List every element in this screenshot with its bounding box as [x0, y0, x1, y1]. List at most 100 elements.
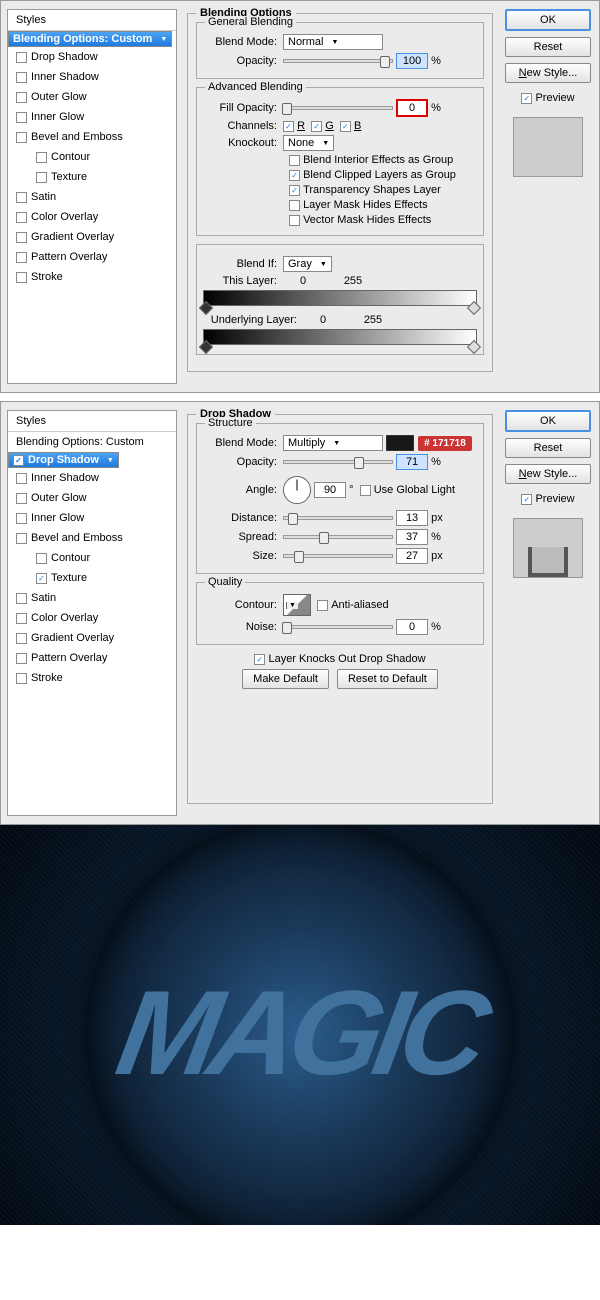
- style-checkbox[interactable]: [16, 252, 27, 263]
- style-checkbox[interactable]: [16, 272, 27, 283]
- style-checkbox[interactable]: [16, 52, 27, 63]
- opacity-slider[interactable]: [283, 59, 393, 63]
- structure-group: Structure Blend Mode:Multiply # 171718 O…: [196, 423, 484, 574]
- style-checkbox[interactable]: [16, 653, 27, 664]
- underlying-layer-gradient[interactable]: [203, 329, 477, 345]
- preview-checkbox[interactable]: [521, 93, 532, 104]
- angle-dial[interactable]: [283, 476, 311, 504]
- sidebar-item[interactable]: Blending Options: Custom: [8, 31, 172, 47]
- style-checkbox[interactable]: [16, 673, 27, 684]
- blend-mode-select[interactable]: Normal: [283, 34, 383, 50]
- sidebar-item[interactable]: Contour: [8, 548, 176, 568]
- style-checkbox[interactable]: [16, 132, 27, 143]
- blend-interior-checkbox[interactable]: [289, 155, 300, 166]
- new-style-button[interactable]: New Style...: [505, 464, 591, 484]
- style-checkbox[interactable]: [16, 112, 27, 123]
- sidebar-item[interactable]: Color Overlay: [8, 207, 176, 227]
- opacity-slider[interactable]: [283, 460, 393, 464]
- style-checkbox[interactable]: [36, 172, 47, 183]
- fill-opacity-slider[interactable]: [283, 106, 393, 110]
- knockout-select[interactable]: None: [283, 135, 334, 151]
- blend-clipped-checkbox[interactable]: [289, 170, 300, 181]
- sidebar-item[interactable]: Satin: [8, 187, 176, 207]
- sidebar-item[interactable]: Outer Glow: [8, 87, 176, 107]
- style-checkbox[interactable]: [16, 513, 27, 524]
- this-layer-gradient[interactable]: [203, 290, 477, 306]
- ok-button[interactable]: OK: [505, 9, 591, 31]
- layer-mask-hides-checkbox[interactable]: [289, 200, 300, 211]
- style-checkbox[interactable]: [16, 533, 27, 544]
- blend-mode-select[interactable]: Multiply: [283, 435, 383, 451]
- style-checkbox[interactable]: [16, 613, 27, 624]
- style-checkbox[interactable]: [13, 455, 24, 466]
- sidebar-item[interactable]: Texture: [8, 568, 176, 588]
- sidebar-item[interactable]: Drop Shadow: [8, 452, 119, 468]
- make-default-button[interactable]: Make Default: [242, 669, 329, 689]
- channel-b-checkbox[interactable]: [340, 121, 351, 132]
- size-slider[interactable]: [283, 554, 393, 558]
- channel-r-checkbox[interactable]: [283, 121, 294, 132]
- blend-if-select[interactable]: Gray: [283, 256, 332, 272]
- style-checkbox[interactable]: [16, 473, 27, 484]
- sidebar-item[interactable]: Outer Glow: [8, 488, 176, 508]
- opacity-input[interactable]: 100: [396, 53, 428, 69]
- sidebar-item-label: Blending Options: Custom: [16, 436, 144, 448]
- noise-slider[interactable]: [283, 625, 393, 629]
- sidebar-item[interactable]: Inner Shadow: [8, 67, 176, 87]
- sidebar-item[interactable]: Gradient Overlay: [8, 227, 176, 247]
- transparency-shapes-checkbox[interactable]: [289, 185, 300, 196]
- sidebar-item[interactable]: Texture: [8, 167, 176, 187]
- style-checkbox[interactable]: [16, 192, 27, 203]
- layer-knocks-out-checkbox[interactable]: [254, 654, 265, 665]
- sidebar-item[interactable]: Gradient Overlay: [8, 628, 176, 648]
- sidebar-item[interactable]: Color Overlay: [8, 608, 176, 628]
- style-checkbox[interactable]: [36, 553, 47, 564]
- style-checkbox[interactable]: [16, 493, 27, 504]
- reset-button[interactable]: Reset: [505, 438, 591, 458]
- spread-input[interactable]: 37: [396, 529, 428, 545]
- sidebar-item[interactable]: Blending Options: Custom: [8, 432, 176, 452]
- global-light-checkbox[interactable]: [360, 485, 371, 496]
- sidebar-item-label: Bevel and Emboss: [31, 131, 123, 143]
- preview-checkbox[interactable]: [521, 494, 532, 505]
- style-checkbox[interactable]: [16, 232, 27, 243]
- spread-slider[interactable]: [283, 535, 393, 539]
- sidebar-item[interactable]: Stroke: [8, 668, 176, 688]
- size-input[interactable]: 27: [396, 548, 428, 564]
- sidebar-item[interactable]: Pattern Overlay: [8, 247, 176, 267]
- style-checkbox[interactable]: [36, 152, 47, 163]
- sidebar-item[interactable]: Contour: [8, 147, 176, 167]
- color-swatch[interactable]: [386, 435, 414, 451]
- sidebar-item[interactable]: Bevel and Emboss: [8, 127, 176, 147]
- ok-button[interactable]: OK: [505, 410, 591, 432]
- opacity-input[interactable]: 71: [396, 454, 428, 470]
- sidebar-item[interactable]: Bevel and Emboss: [8, 528, 176, 548]
- reset-default-button[interactable]: Reset to Default: [337, 669, 438, 689]
- style-checkbox[interactable]: [16, 72, 27, 83]
- anti-aliased-checkbox[interactable]: [317, 600, 328, 611]
- sidebar-item[interactable]: Stroke: [8, 267, 176, 287]
- distance-slider[interactable]: [283, 516, 393, 520]
- reset-button[interactable]: Reset: [505, 37, 591, 57]
- sidebar-item[interactable]: Satin: [8, 588, 176, 608]
- channel-g-checkbox[interactable]: [311, 121, 322, 132]
- new-style-button[interactable]: New Style...: [505, 63, 591, 83]
- sidebar-item-label: Contour: [51, 552, 90, 564]
- angle-input[interactable]: 90: [314, 482, 346, 498]
- sidebar-item[interactable]: Drop Shadow: [8, 47, 176, 67]
- style-checkbox[interactable]: [16, 633, 27, 644]
- fill-opacity-input[interactable]: 0: [396, 99, 428, 117]
- style-checkbox[interactable]: [36, 573, 47, 584]
- style-checkbox[interactable]: [16, 212, 27, 223]
- sidebar-item[interactable]: Pattern Overlay: [8, 648, 176, 668]
- sidebar-item-label: Inner Glow: [31, 512, 84, 524]
- sidebar-item[interactable]: Inner Glow: [8, 508, 176, 528]
- sidebar-item[interactable]: Inner Glow: [8, 107, 176, 127]
- sidebar-item[interactable]: Inner Shadow: [8, 468, 176, 488]
- noise-input[interactable]: 0: [396, 619, 428, 635]
- distance-input[interactable]: 13: [396, 510, 428, 526]
- style-checkbox[interactable]: [16, 593, 27, 604]
- vector-mask-hides-checkbox[interactable]: [289, 215, 300, 226]
- style-checkbox[interactable]: [16, 92, 27, 103]
- contour-picker[interactable]: [283, 594, 311, 616]
